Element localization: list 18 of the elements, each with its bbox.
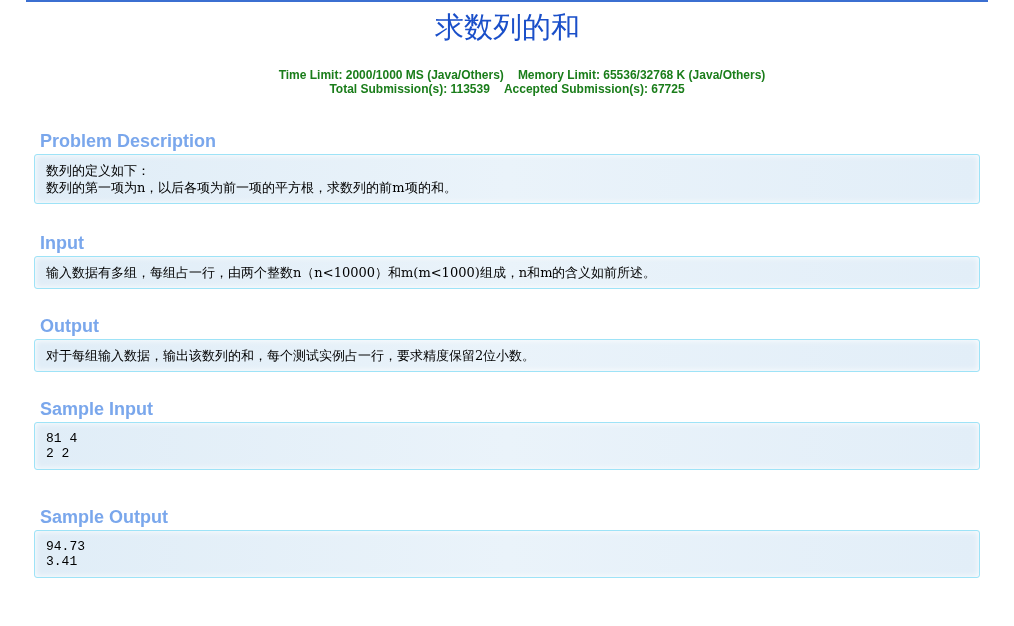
section-heading: Sample Input	[40, 398, 154, 420]
code-line: 3.41	[46, 554, 79, 569]
section-heading: Problem Description	[40, 130, 218, 152]
text-line: 数列的定义如下：	[46, 162, 151, 179]
section-heading: Output	[40, 315, 100, 337]
limit-text: Memory Limit: 65536/32768 K (Java/Others)	[517, 68, 766, 82]
text-line: 对于每组输入数据，输出该数列的和，每个测试实例占一行，要求精度保留2位小数。	[46, 347, 537, 364]
text-line: 输入数据有多组，每组占一行，由两个整数n（n<10000）和m(m<1000)组成，n和m的含义如前所述。	[46, 264, 658, 281]
submission-count: Accepted Submission(s): 67725	[503, 82, 685, 96]
section-heading: Sample Output	[40, 506, 169, 528]
code-line: 94.73	[46, 539, 86, 554]
code-line: 81 4	[46, 431, 79, 446]
limit-text: Time Limit: 2000/1000 MS (Java/Others)	[278, 68, 504, 82]
section-heading: Input	[40, 232, 85, 254]
problem-title: 求数列的和	[434, 9, 580, 46]
code-line: 2 2	[46, 446, 71, 461]
text-line: 数列的第一项为n，以后各项为前一项的平方根，求数列的前m项的和。	[46, 179, 458, 196]
submission-count: Total Submission(s): 113539	[329, 82, 490, 96]
